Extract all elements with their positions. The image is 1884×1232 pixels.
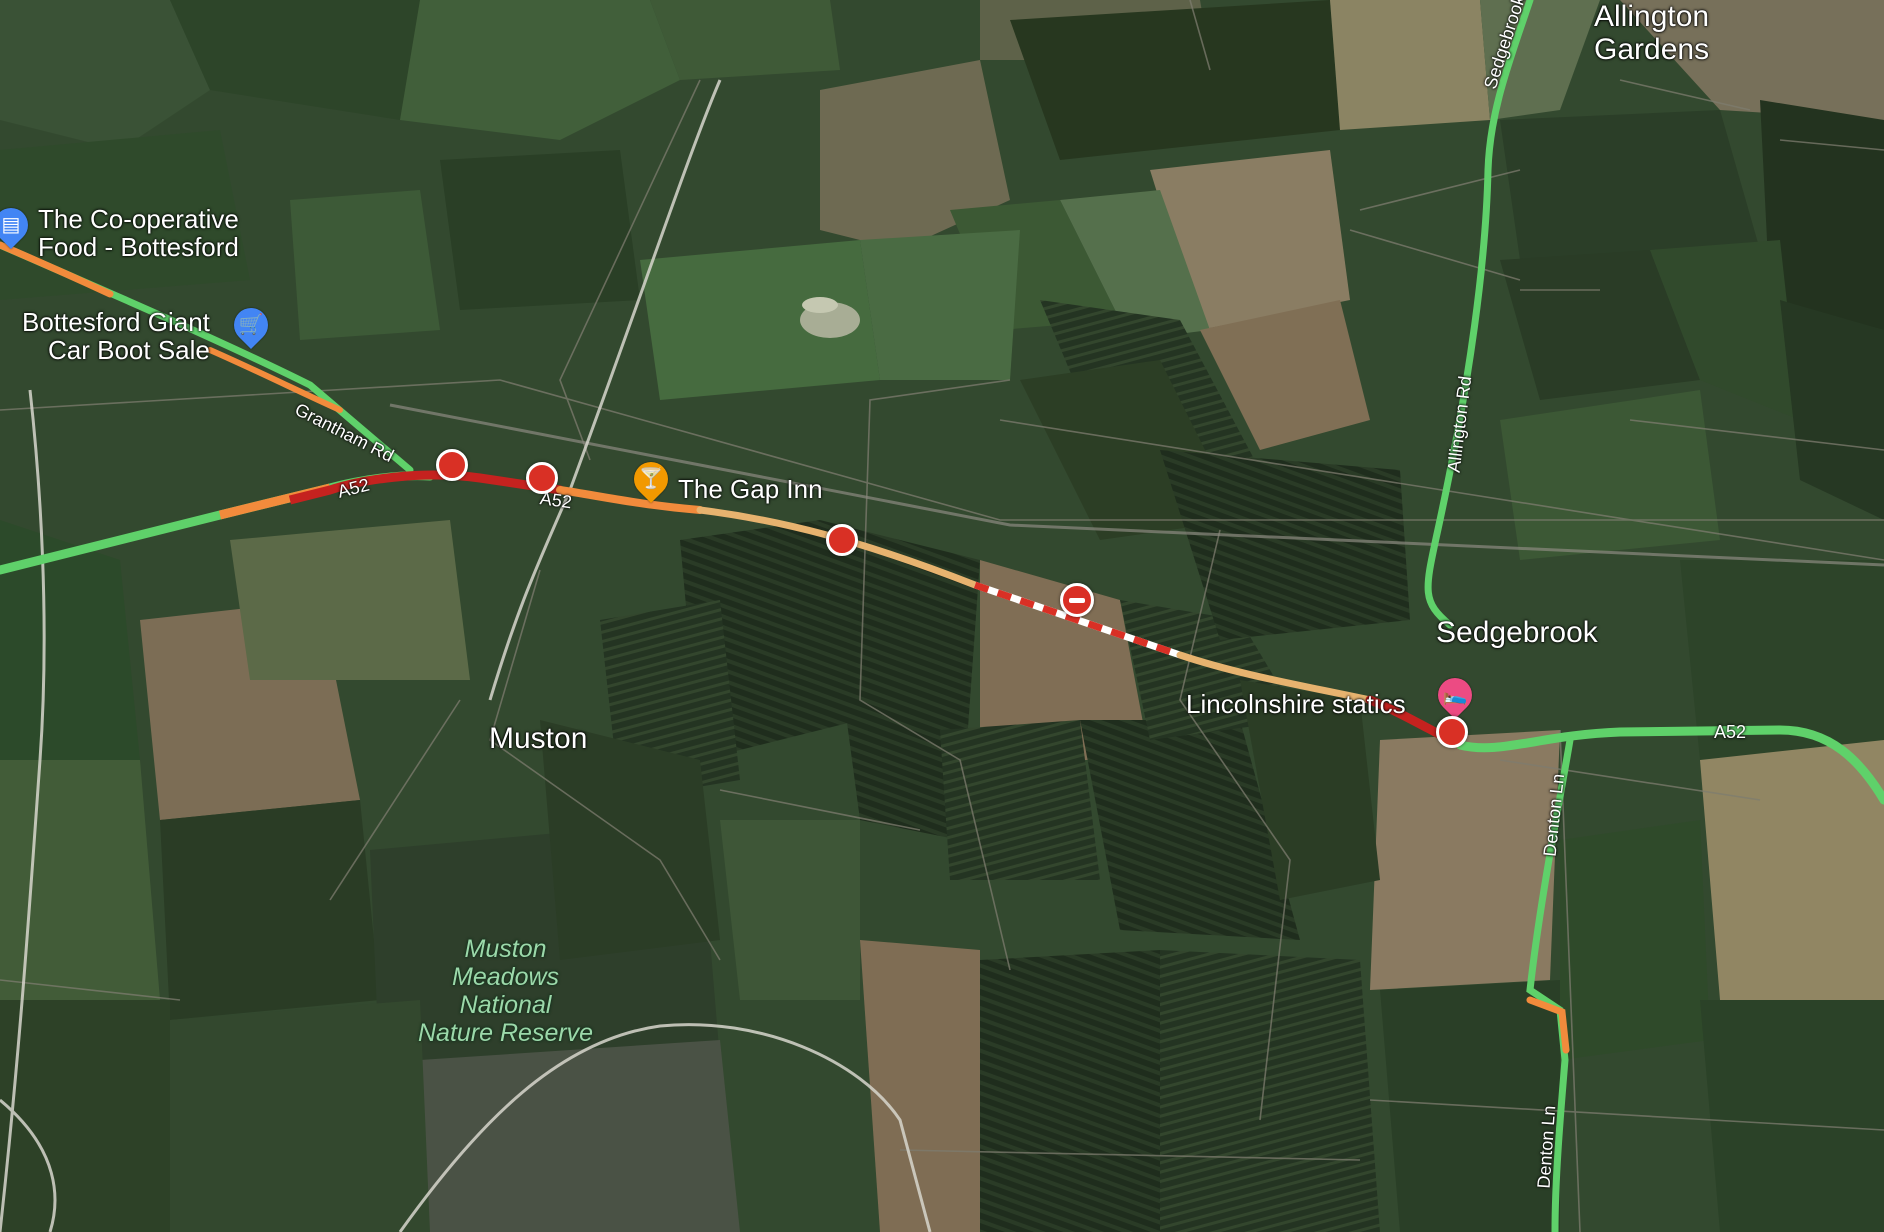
shop-glyph: ▤ — [1, 214, 21, 236]
map-view[interactable]: Allington Gardens Muston Sedgebrook Must… — [0, 0, 1884, 1232]
crash-icon[interactable] — [526, 462, 558, 494]
park-label-line-1: Muston — [464, 935, 547, 963]
road-label-a52-east: A52 — [1714, 722, 1747, 742]
bed-icon[interactable]: 🛌 — [1430, 670, 1480, 720]
crash-icon[interactable] — [436, 449, 468, 481]
place-sedgebrook[interactable]: Sedgebrook — [1436, 616, 1598, 649]
poi-gap-inn-label[interactable]: The Gap Inn — [678, 475, 823, 503]
poi-car-boot-label[interactable]: Bottesford Giant Car Boot Sale — [22, 308, 210, 364]
shopping-cart-icon[interactable]: 🛒 — [226, 300, 276, 350]
cart-glyph: 🛒 — [238, 314, 264, 336]
cocktail-icon[interactable]: 🍸 — [626, 454, 676, 504]
park-label-line-2: Meadows — [452, 963, 560, 991]
crash-icon[interactable] — [826, 524, 858, 556]
park-muston-meadows[interactable]: Muston Meadows National Nature Reserve — [418, 935, 593, 1047]
poi-lincs-statics-label[interactable]: Lincolnshire statics — [1186, 690, 1406, 718]
cocktail-glyph: 🍸 — [638, 468, 664, 490]
poi-coop-label[interactable]: The Co-operative Food - Bottesford — [38, 205, 239, 261]
place-allington-gardens[interactable]: Allington Gardens — [1594, 0, 1709, 66]
satellite-imagery — [0, 0, 1884, 1232]
road-closed-icon[interactable] — [1060, 583, 1094, 617]
park-label-line-4: Nature Reserve — [418, 1019, 594, 1047]
crash-icon[interactable] — [1436, 716, 1468, 748]
bed-glyph: 🛌 — [1442, 684, 1468, 706]
park-label-line-3: National — [459, 991, 552, 1019]
place-muston[interactable]: Muston — [489, 722, 587, 755]
